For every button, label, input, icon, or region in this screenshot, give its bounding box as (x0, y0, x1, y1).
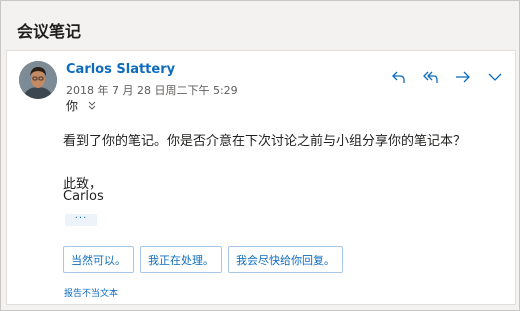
suggested-replies: 当然可以。 我正在处理。 我会尽快给你回复。 (63, 246, 343, 273)
message-actions (389, 67, 505, 87)
suggested-reply-button[interactable]: 当然可以。 (63, 246, 134, 273)
message-window: 会议笔记 Carlos Slattery 2018 年 7 月 28 日周二下午… (0, 0, 520, 311)
reply-all-icon[interactable] (421, 67, 441, 87)
reply-icon[interactable] (389, 67, 409, 87)
recipient-label: 你 (66, 99, 79, 113)
message-subject: 会议笔记 (17, 22, 82, 41)
expand-recipients-icon[interactable] (86, 100, 98, 112)
signoff-name: Carlos (63, 189, 104, 204)
suggested-reply-button[interactable]: 我正在处理。 (140, 246, 222, 273)
report-inappropriate-link[interactable]: 报告不当文本 (64, 286, 118, 299)
suggested-reply-button[interactable]: 我会尽快给你回复。 (228, 246, 343, 273)
show-more-button[interactable]: ··· (65, 214, 97, 226)
forward-icon[interactable] (453, 67, 473, 87)
avatar-image (19, 61, 57, 99)
message-card: Carlos Slattery 2018 年 7 月 28 日周二下午 5:29… (6, 50, 516, 305)
chevron-down-icon[interactable] (485, 67, 505, 87)
avatar[interactable] (19, 61, 57, 99)
sender-name[interactable]: Carlos Slattery (66, 62, 175, 77)
message-body: 看到了你的笔记。你是否介意在下次讨论之前与小组分享你的笔记本？ (63, 134, 467, 149)
message-datetime: 2018 年 7 月 28 日周二下午 5:29 (66, 84, 238, 97)
recipient-line: 你 (66, 97, 98, 114)
